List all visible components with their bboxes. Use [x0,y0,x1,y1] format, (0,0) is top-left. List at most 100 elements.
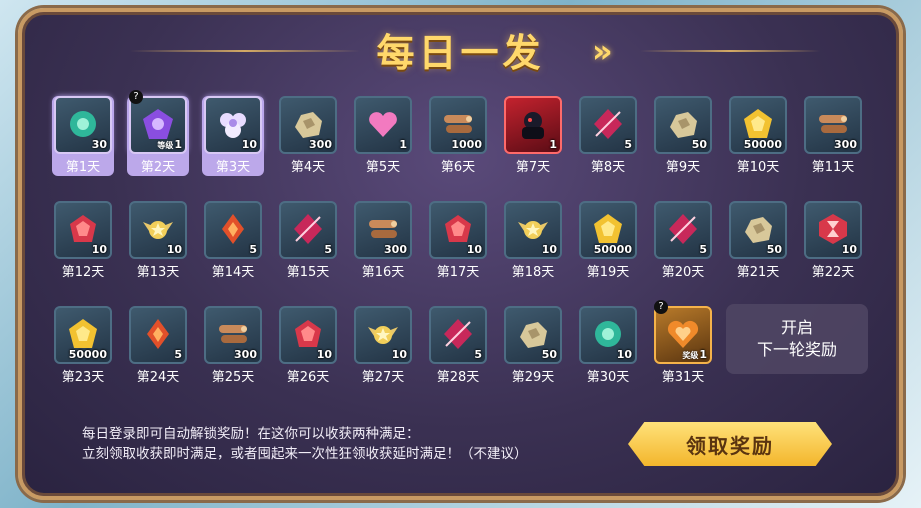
reward-day-4[interactable]: 300 第4天 [277,96,339,176]
reward-day-12[interactable]: 10 第12天 [52,201,114,281]
ore-chunk-icon [666,107,700,141]
description-text: 每日登录即可自动解锁奖励！在这你可以收获两种满足： 立刻领取收获即时满足，或者囤… [82,424,528,464]
pink-heart-icon [366,107,400,141]
reward-tile: 300 [354,201,412,259]
reward-day-23[interactable]: 50000 第23天 [52,306,114,386]
winged-star-icon [366,317,400,351]
reward-quantity: 10 [841,243,857,256]
ore-chunk-icon [291,107,325,141]
reward-day-label: 第15天 [286,265,330,280]
reward-day-7[interactable]: 1 第7天 [502,96,564,176]
reward-quantity: 50 [541,348,557,361]
reward-day-label: 第16天 [361,265,405,280]
reward-day-label: 第24天 [136,370,180,385]
reward-tile: 10 [354,306,412,364]
reward-sublabel: 奖级 [682,351,699,360]
reward-day-14[interactable]: 5 第14天 [202,201,264,281]
reward-day-22[interactable]: 10 第22天 [802,201,864,281]
reward-tile: 1 [504,96,562,154]
reward-day-6[interactable]: 1000 第6天 [427,96,489,176]
reward-quantity: 10 [241,138,257,151]
reward-day-16[interactable]: 300 第16天 [352,201,414,281]
reward-tile: 5 [204,201,262,259]
white-flower-icon [216,107,250,141]
reward-day-9[interactable]: 50 第9天 [652,96,714,176]
reward-tile: 10 [504,201,562,259]
reward-tile: 5 [654,201,712,259]
reward-tile: 50000 [579,201,637,259]
reward-day-21[interactable]: 50 第21天 [727,201,789,281]
reward-day-label: 第18天 [511,265,555,280]
reward-day-label: 第11天 [811,160,855,175]
description-line-2: 立刻领取收获即时满足，或者囤起来一次性狂领收获延时满足！（不建议） [82,446,528,462]
hourglass-badge-icon [816,212,850,246]
next-round-line2: 下一轮奖励 [756,340,837,359]
reward-day-label: 第26天 [286,370,330,385]
reward-quantity: 5 [174,348,182,361]
reward-tile: 300 [804,96,862,154]
reward-quantity: 5 [249,243,257,256]
reward-day-28[interactable]: 5 第28天 [427,306,489,386]
reward-day-15[interactable]: 5 第15天 [277,201,339,281]
reward-quantity: 300 [234,348,257,361]
reward-quantity: 300 [384,243,407,256]
log-bundle-icon [366,212,400,246]
reward-tile: 10 [129,201,187,259]
green-gem-icon [591,317,625,351]
reward-tile: 50 [654,96,712,154]
red-crystal-icon [291,212,325,246]
reward-quantity-wrap: 等级1 [157,138,182,151]
reward-day-3[interactable]: 10 第3天 [202,96,264,176]
claim-reward-button[interactable]: 领取奖励 [628,422,832,466]
reward-day-8[interactable]: 5 第8天 [577,96,639,176]
reward-day-label: 第14天 [211,265,255,280]
reward-day-label: 第3天 [215,160,251,175]
reward-day-10[interactable]: 50000 第10天 [727,96,789,176]
reward-day-label: 第22天 [811,265,855,280]
reward-quantity: 50000 [68,348,107,361]
fire-crystal-icon [141,317,175,351]
ore-chunk-icon [516,317,550,351]
reward-day-2[interactable]: ? 等级1 第2天 [127,90,189,176]
double-chevron-right-icon[interactable]: » [592,34,628,68]
reward-day-13[interactable]: 10 第13天 [127,201,189,281]
reward-tile: 1000 [429,96,487,154]
reward-tile: 10 [804,201,862,259]
reward-day-label: 第4天 [290,160,326,175]
reward-day-11[interactable]: 300 第11天 [802,96,864,176]
reward-day-label: 第10天 [736,160,780,175]
red-gem-icon [291,317,325,351]
reward-day-24[interactable]: 5 第24天 [127,306,189,386]
orange-crest-icon [666,317,700,351]
reward-day-label: 第13天 [136,265,180,280]
reward-day-26[interactable]: 10 第26天 [277,306,339,386]
reward-day-label: 第19天 [586,265,630,280]
reward-quantity: 300 [309,138,332,151]
fire-crystal-icon [216,212,250,246]
reward-day-30[interactable]: 10 第30天 [577,306,639,386]
reward-day-1[interactable]: 30 第1天 [52,96,114,176]
reward-day-19[interactable]: 50000 第19天 [577,201,639,281]
reward-quantity: 30 [91,138,107,151]
reward-quantity: 50000 [743,138,782,151]
mystery-badge-icon: ? [129,90,143,104]
next-round-button[interactable]: 开启 下一轮奖励 [726,304,868,374]
reward-day-29[interactable]: 50 第29天 [502,306,564,386]
reward-day-label: 第9天 [665,160,701,175]
reward-quantity: 10 [316,348,332,361]
reward-day-25[interactable]: 300 第25天 [202,306,264,386]
winged-star-icon [141,212,175,246]
reward-day-label: 第17天 [436,265,480,280]
reward-day-5[interactable]: 1 第5天 [352,96,414,176]
reward-day-31[interactable]: ? 奖级1 第31天 [652,300,714,386]
reward-day-label: 第28天 [436,370,480,385]
reward-day-18[interactable]: 10 第18天 [502,201,564,281]
red-crystal-icon [666,212,700,246]
reward-quantity: 1 [174,138,182,151]
reward-day-27[interactable]: 10 第27天 [352,306,414,386]
reward-quantity: 10 [91,243,107,256]
reward-day-20[interactable]: 5 第20天 [652,201,714,281]
red-crystal-icon [441,317,475,351]
log-bundle-icon [441,107,475,141]
reward-day-17[interactable]: 10 第17天 [427,201,489,281]
